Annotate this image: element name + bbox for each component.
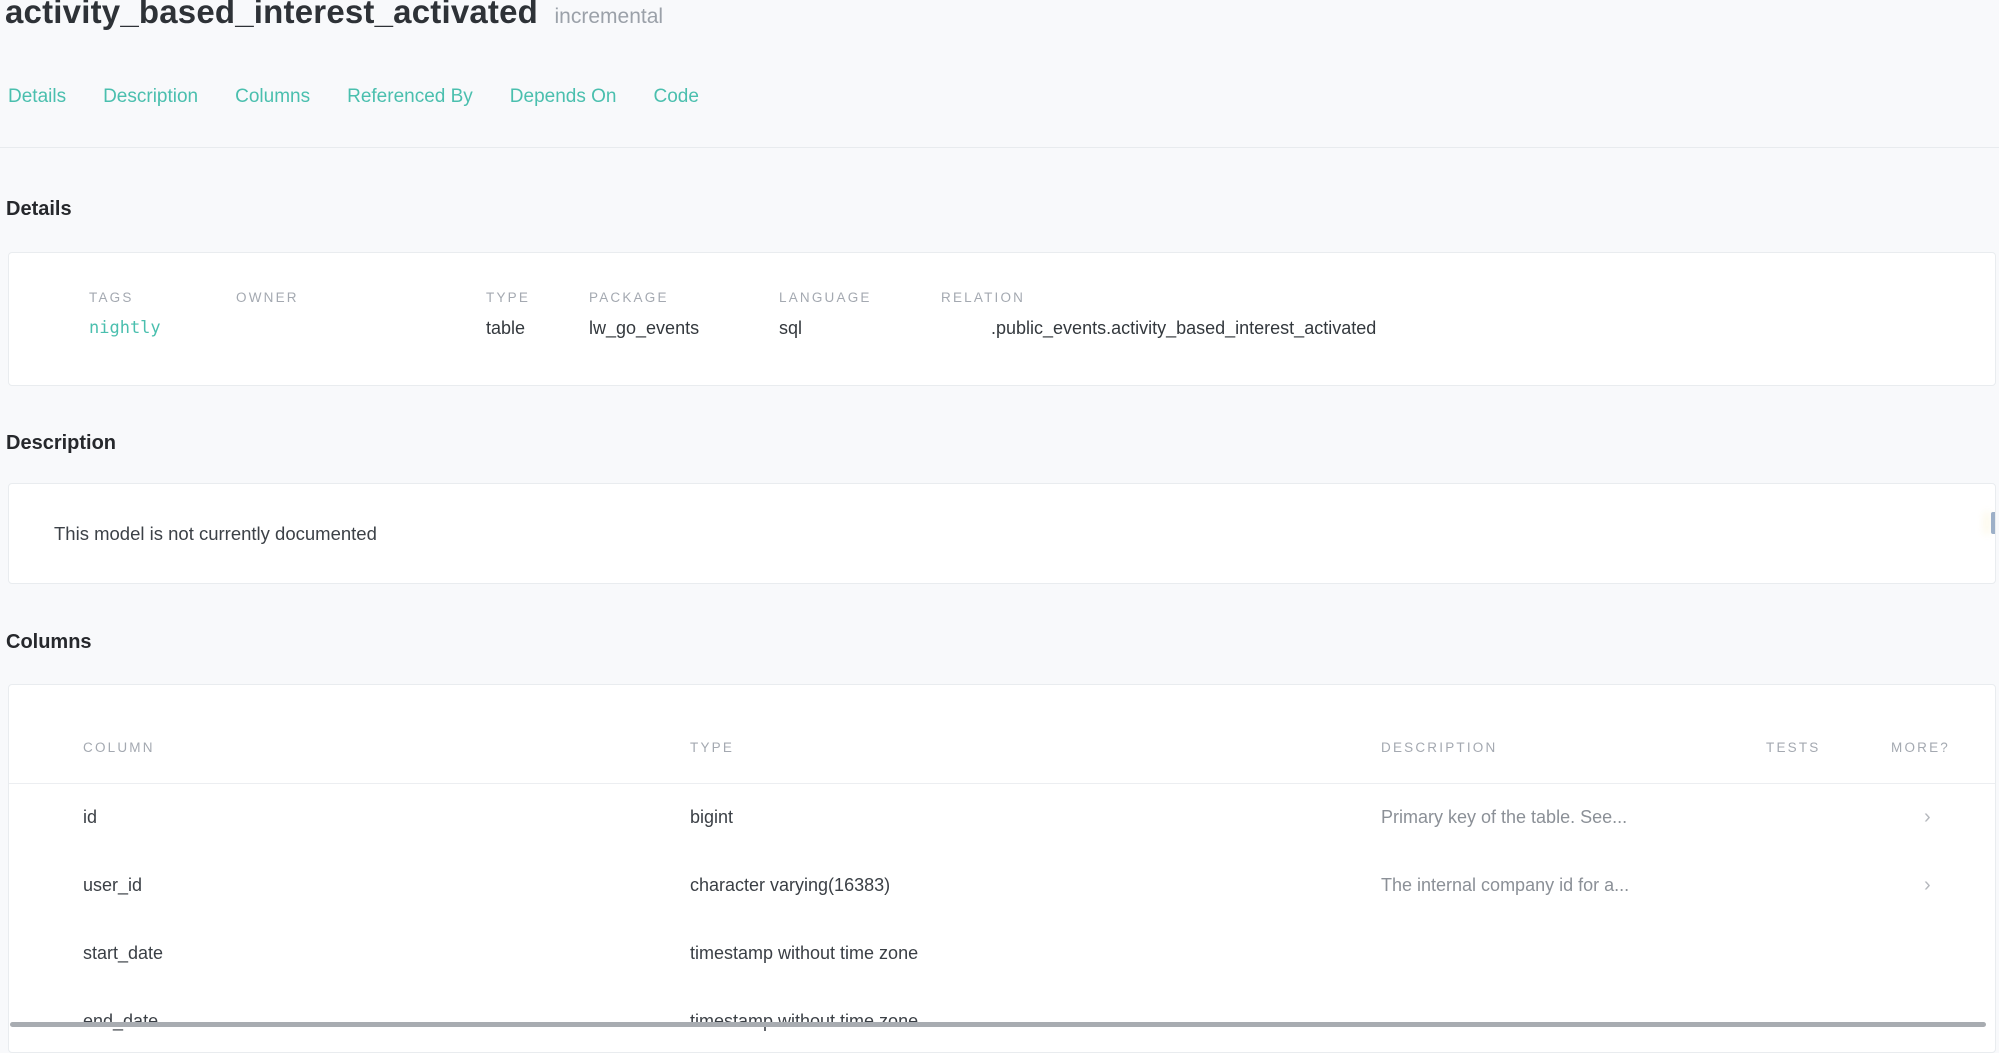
column-description: The internal company id for a... <box>1381 852 1766 920</box>
nav-link-columns[interactable]: Columns <box>235 86 310 108</box>
page-title: activity_based_interest_activated <box>5 0 538 30</box>
table-row-id[interactable]: id bigint Primary key of the table. See.… <box>9 784 1995 852</box>
column-header-type: TYPE <box>690 685 1381 784</box>
column-tests <box>1766 920 1891 988</box>
columns-table-header-row: COLUMN TYPE DESCRIPTION TESTS MORE? <box>9 685 1995 784</box>
column-type: timestamp without time zone <box>690 920 1381 988</box>
column-name: id <box>9 784 690 852</box>
nav-link-referenced-by[interactable]: Referenced By <box>347 86 473 108</box>
anchor-nav: Details Description Columns Referenced B… <box>0 86 1999 108</box>
horizontal-scrollbar[interactable] <box>10 1022 1986 1027</box>
table-row-start-date[interactable]: start_date timestamp without time zone <box>9 920 1995 988</box>
columns-card: COLUMN TYPE DESCRIPTION TESTS MORE? id b… <box>8 684 1996 1053</box>
field-value-language: sql <box>779 318 941 339</box>
field-relation: RELATION .public_events.activity_based_i… <box>941 290 1995 385</box>
column-more <box>1891 988 1995 1053</box>
column-header-description: DESCRIPTION <box>1381 685 1766 784</box>
field-label-relation: RELATION <box>941 290 1995 305</box>
table-row-user-id[interactable]: user_id character varying(16383) The int… <box>9 852 1995 920</box>
field-label-language: LANGUAGE <box>779 290 941 305</box>
materialization-badge: incremental <box>555 5 664 28</box>
column-type: timestamp without time zone <box>690 988 1381 1053</box>
nav-link-description[interactable]: Description <box>103 86 198 108</box>
tag-link-nightly[interactable]: nightly <box>89 318 236 338</box>
columns-section-heading: Columns <box>0 631 1999 654</box>
column-tests <box>1766 852 1891 920</box>
header-divider <box>0 147 1999 148</box>
field-value-relation: .public_events.activity_based_interest_a… <box>991 318 1995 339</box>
field-owner: OWNER <box>236 290 486 385</box>
column-name: end_date <box>9 988 690 1053</box>
column-name: user_id <box>9 852 690 920</box>
column-description <box>1381 920 1766 988</box>
column-more <box>1891 920 1995 988</box>
column-name: start_date <box>9 920 690 988</box>
column-tests <box>1766 784 1891 852</box>
details-card: TAGS nightly OWNER TYPE table PACKAGE lw… <box>8 252 1996 386</box>
model-header: activity_based_interest_activated increm… <box>0 0 1999 31</box>
column-type: character varying(16383) <box>690 852 1381 920</box>
column-header-more: MORE? <box>1891 685 1995 784</box>
description-section-heading: Description <box>0 432 1999 455</box>
table-row-end-date[interactable]: end_date timestamp without time zone <box>9 988 1995 1053</box>
columns-table: COLUMN TYPE DESCRIPTION TESTS MORE? id b… <box>9 685 1995 1053</box>
field-label-tags: TAGS <box>89 290 236 305</box>
column-tests <box>1766 988 1891 1053</box>
details-section-heading: Details <box>0 198 1999 221</box>
column-description <box>1381 988 1766 1053</box>
field-label-owner: OWNER <box>236 290 486 305</box>
description-card: This model is not currently documented <box>8 483 1996 584</box>
field-value-type: table <box>486 318 589 339</box>
chevron-right-icon[interactable]: › <box>1891 852 1995 920</box>
field-package: PACKAGE lw_go_events <box>589 290 779 385</box>
column-description: Primary key of the table. See... <box>1381 784 1766 852</box>
field-type: TYPE table <box>486 290 589 385</box>
nav-link-details[interactable]: Details <box>8 86 66 108</box>
field-label-package: PACKAGE <box>589 290 779 305</box>
field-tags: TAGS nightly <box>89 290 236 385</box>
field-value-package: lw_go_events <box>589 318 779 339</box>
column-header-tests: TESTS <box>1766 685 1891 784</box>
column-header-column: COLUMN <box>9 685 690 784</box>
chevron-right-icon[interactable]: › <box>1891 784 1995 852</box>
field-label-type: TYPE <box>486 290 589 305</box>
nav-link-code[interactable]: Code <box>653 86 698 108</box>
nav-link-depends-on[interactable]: Depends On <box>510 86 617 108</box>
cutoff-element-right <box>1991 512 1995 534</box>
column-type: bigint <box>690 784 1381 852</box>
description-text: This model is not currently documented <box>54 523 377 545</box>
field-language: LANGUAGE sql <box>779 290 941 385</box>
